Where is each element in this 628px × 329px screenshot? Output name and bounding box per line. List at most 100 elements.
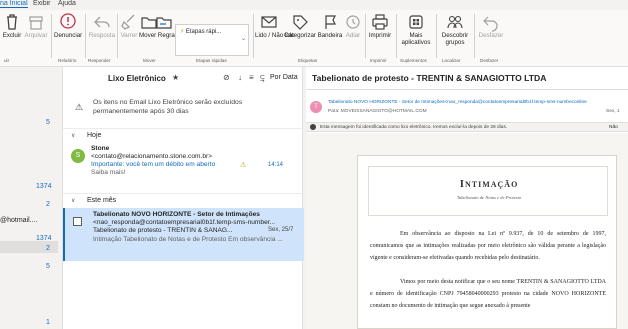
folder-count[interactable]: 2 [46, 201, 50, 208]
flag-label: Bandeira [317, 32, 343, 39]
lightning-icon: ⚡ [180, 29, 185, 35]
folder-count[interactable]: 1 [46, 319, 50, 326]
ribbon-divider [474, 14, 475, 58]
quick-step-item[interactable]: ⚡ Etapas rápi... [180, 28, 221, 35]
message-time: 14:14 [268, 162, 284, 168]
read-unread-button[interactable]: Lido / Não lido [255, 12, 295, 39]
group-label-mover: Mover [143, 58, 156, 63]
sort-by-date[interactable]: Por Data [270, 74, 298, 81]
reply-arrow-icon [94, 16, 110, 28]
report-button[interactable]: Denunciar [54, 12, 82, 39]
junk-warning: ⚠ Os itens no Email Lixo Eletrônico serã… [63, 96, 304, 126]
not-junk-button[interactable]: Não [609, 125, 618, 130]
flag-button[interactable]: Bandeira [317, 12, 343, 39]
recipient-line: Para: MOVEISSANAGIOTO@HOTMAIL.COM [328, 109, 427, 114]
undo-button[interactable]: Desfazer [476, 12, 506, 39]
menu-tab-inicial[interactable]: na Inicial [0, 0, 28, 8]
chevron-down-icon: ∨ [71, 133, 76, 139]
email-body: Intimação Tabelionato de Notas e de Prot… [306, 133, 628, 329]
trash-icon [7, 14, 17, 30]
group-label-localizar: Localizar [442, 58, 461, 63]
folder-count[interactable]: 1374 [36, 183, 52, 190]
snooze-label: Adiar [345, 32, 361, 39]
account-name[interactable]: @hotmail.... [0, 217, 37, 224]
menu-bar: na Inicial Exibir Ajuda [0, 0, 628, 10]
message-list: Lixo Eletrônico ★ ⊘ ↓ ≡ ⥹ Por Data ⚠ Os … [62, 67, 304, 329]
letter-paragraph: Vimos por meio desta notificar que o seu… [370, 279, 606, 309]
junk-info-text: Esta mensagem foi identificada como lixo… [320, 125, 508, 130]
reply-button[interactable]: Resposta [88, 12, 116, 39]
ribbon-divider [365, 14, 366, 58]
folder-title: Lixo Eletrônico [108, 74, 166, 83]
group-label-etapas: Etapas rápidas [196, 58, 227, 63]
menu-tab-exibir[interactable]: Exibir [33, 0, 51, 7]
email-subject: Tabelionato de protesto - TRENTIN & SANA… [312, 73, 547, 83]
quick-step-label: Etapas rápi... [185, 29, 222, 35]
delete-label: Excluir [2, 32, 22, 39]
group-label-relatorio: Relatório [58, 58, 77, 63]
section-label: Hoje [87, 132, 102, 139]
folder-count[interactable]: 1374 [36, 235, 52, 242]
header-divider [306, 89, 628, 90]
sender-name: Stone [91, 145, 110, 152]
message-subject: Importante: você tem um débito em aberto [91, 161, 216, 168]
sender-address: <nao_responda@contatoempresarial0b1f.tem… [93, 219, 276, 226]
print-button[interactable]: Imprimir [367, 12, 393, 39]
section-header-this-month[interactable]: ∨ Este mês [63, 193, 304, 207]
chevron-down-icon: ∨ [71, 198, 76, 204]
filter-lines-icon[interactable]: ≡ [249, 73, 254, 82]
discover-groups-button[interactable]: Descobrir grupos [438, 12, 472, 46]
ribbon-divider [117, 14, 118, 58]
folder-pane: 5 1374 2 @hotmail.... 1374 2 5 1 [0, 67, 58, 329]
quick-steps-gallery[interactable]: ⚡ Etapas rápi... ⌄ [175, 24, 249, 56]
more-apps-button[interactable]: Mais aplicativos [398, 12, 434, 46]
favorite-star-icon[interactable]: ★ [172, 73, 179, 82]
list-item[interactable]: S Stone <contato@relacionamento.stone.co… [63, 143, 304, 193]
printer-icon [372, 14, 388, 30]
letter-header-frame: Intimação Tabelionato de Notas e de Prot… [368, 166, 608, 216]
move-rules-button[interactable]: Mover Regras [139, 12, 178, 39]
filter-icon[interactable]: ⊘ [223, 73, 230, 82]
sort-arrow-icon[interactable]: ↓ [238, 73, 242, 82]
archive-icon [29, 16, 43, 30]
sweep-button[interactable]: Varrer [119, 12, 139, 39]
move-rules-label: Mover Regras [139, 32, 178, 39]
discover-groups-label: Descobrir grupos [441, 32, 469, 46]
warning-triangle-icon: ⚠ [75, 102, 84, 112]
select-checkbox[interactable] [73, 217, 82, 226]
letter-subtitle: Tabelionato de Notas e de Protesto [456, 195, 522, 200]
report-label: Denunciar [54, 32, 83, 39]
group-label-desfazer: Desfazer [480, 58, 499, 63]
message-preview: Intimação Tabelionato de Notas e de Prot… [93, 236, 283, 243]
sender-avatar[interactable]: T [310, 101, 322, 113]
sender-line[interactable]: Tabelionato NOVO HORIZONTE - Setor de In… [328, 100, 587, 105]
reading-pane: Tabelionato de protesto - TRENTIN & SANA… [306, 67, 628, 329]
categorize-button[interactable]: Categorizar [283, 12, 317, 39]
message-preview: Saiba mais! [91, 169, 126, 176]
ribbon-divider [51, 14, 52, 58]
clock-icon [346, 15, 360, 29]
sender-name: Tabelionato NOVO HORIZONTE - Setor de In… [93, 211, 260, 218]
section-header-today[interactable]: ∨ Hoje [63, 128, 304, 142]
list-header: Lixo Eletrônico ★ ⊘ ↓ ≡ ⥹ Por Data [63, 67, 304, 87]
folder-count[interactable]: 2 [46, 245, 50, 252]
avatar: S [71, 149, 85, 163]
chevron-down-icon[interactable]: ⌄ [241, 35, 246, 42]
people-group-icon [447, 15, 463, 29]
archive-button[interactable]: Arquivar [24, 12, 48, 39]
delete-button[interactable]: Excluir [0, 12, 24, 39]
folder-count[interactable]: 5 [46, 263, 50, 270]
sweep-broom-icon [121, 14, 135, 30]
menu-tab-ajuda[interactable]: Ajuda [58, 0, 76, 7]
select-icon[interactable]: ⥹ [260, 73, 265, 83]
folder-count[interactable]: 5 [46, 119, 50, 126]
email-date: Sex, 1 [606, 109, 620, 114]
warning-icon: ⚠ [240, 162, 247, 169]
group-label-excluir: uir [4, 58, 10, 63]
junk-infobar: Esta mensagem foi identificada como lixo… [306, 122, 628, 132]
list-item-selected[interactable]: Tabelionato NOVO HORIZONTE - Setor de In… [63, 208, 304, 261]
snooze-button[interactable]: Adiar [343, 12, 363, 39]
message-subject: Tabelionato de protesto - TRENTIN & SANA… [93, 227, 233, 234]
tag-icon [293, 15, 308, 30]
apps-grid-icon [409, 15, 423, 29]
